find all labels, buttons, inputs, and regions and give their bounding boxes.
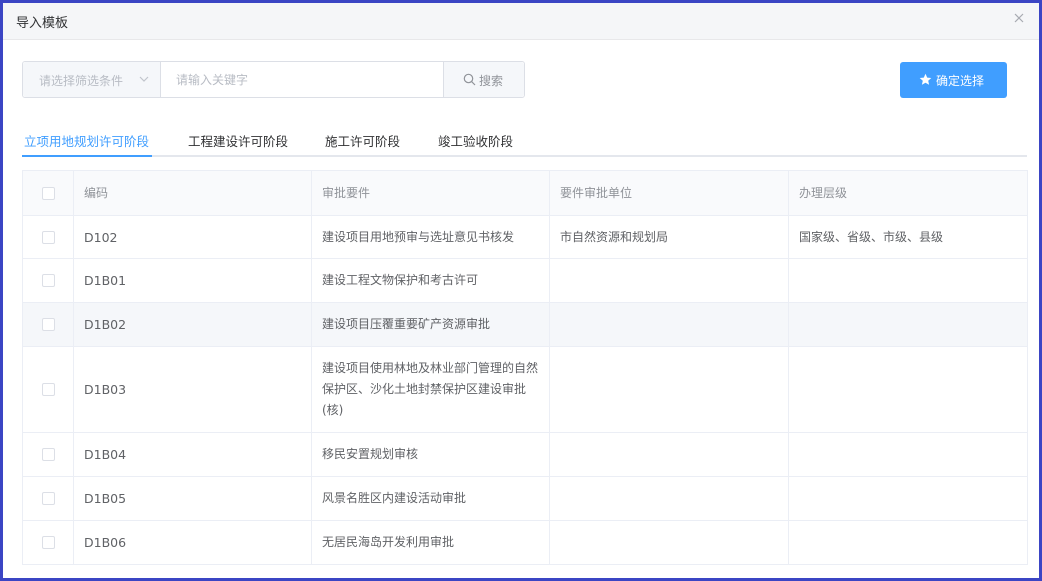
row-unit bbox=[549, 520, 789, 565]
row-checkbox-cell bbox=[22, 346, 74, 433]
search-button-label: 搜索 bbox=[479, 74, 504, 88]
filter-condition-select[interactable]: 请选择筛选条件 bbox=[23, 62, 161, 97]
row-unit bbox=[549, 432, 789, 477]
table-row[interactable]: D1B05 风景名胜区内建设活动审批 bbox=[22, 476, 1028, 521]
chevron-down-icon bbox=[139, 76, 149, 82]
row-checkbox[interactable] bbox=[41, 492, 55, 505]
confirm-selection-button[interactable]: 确定选择 bbox=[900, 62, 1007, 98]
row-name: 建设项目压覆重要矿产资源审批 bbox=[311, 302, 550, 347]
row-name: 建设项目使用林地及林业部门管理的自然保护区、沙化土地封禁保护区建设审批(核) bbox=[311, 346, 550, 433]
row-name: 风景名胜区内建设活动审批 bbox=[311, 476, 550, 521]
dialog-title: 导入模板 bbox=[16, 16, 69, 31]
tab-completion-acceptance[interactable]: 竣工验收阶段 bbox=[438, 131, 513, 150]
row-code: D1B01 bbox=[73, 258, 312, 303]
row-checkbox[interactable] bbox=[41, 230, 55, 244]
column-header-name: 审批要件 bbox=[311, 170, 550, 216]
search-icon bbox=[463, 73, 476, 86]
row-unit bbox=[549, 346, 789, 433]
row-code: D1B04 bbox=[73, 432, 312, 477]
column-header-unit: 要件审批单位 bbox=[549, 170, 789, 216]
row-code: D1B02 bbox=[73, 302, 312, 347]
select-all-checkbox[interactable] bbox=[41, 186, 55, 200]
row-level bbox=[788, 432, 1028, 477]
row-code: D102 bbox=[73, 215, 312, 259]
search-button[interactable]: 搜索 bbox=[443, 62, 524, 97]
table-row[interactable]: D1B02 建设项目压覆重要矿产资源审批 bbox=[22, 302, 1028, 347]
row-checkbox-cell bbox=[22, 258, 74, 303]
row-code: D1B05 bbox=[73, 476, 312, 521]
tab-building-permit[interactable]: 施工许可阶段 bbox=[325, 131, 400, 150]
row-checkbox-cell bbox=[22, 432, 74, 477]
row-code: D1B06 bbox=[73, 520, 312, 565]
confirm-selection-label: 确定选择 bbox=[936, 74, 985, 88]
column-header-code: 编码 bbox=[73, 170, 312, 216]
row-checkbox-cell bbox=[22, 520, 74, 565]
row-level bbox=[788, 476, 1028, 521]
row-checkbox-cell bbox=[22, 302, 74, 347]
row-level bbox=[788, 520, 1028, 565]
row-name: 移民安置规划审核 bbox=[311, 432, 550, 477]
table-row[interactable]: D1B06 无居民海岛开发利用审批 bbox=[22, 520, 1028, 565]
row-unit: 市自然资源和规划局 bbox=[549, 215, 789, 259]
dialog-header: 导入模板 bbox=[3, 3, 1039, 40]
stage-tabs: 立项用地规划许可阶段 工程建设许可阶段 施工许可阶段 竣工验收阶段 bbox=[22, 123, 1027, 157]
close-button[interactable] bbox=[1011, 10, 1027, 26]
row-level bbox=[788, 302, 1028, 347]
row-level bbox=[788, 346, 1028, 433]
table-header-row: 编码 审批要件 要件审批单位 办理层级 bbox=[22, 170, 1028, 216]
table-row[interactable]: D1B04 移民安置规划审核 bbox=[22, 432, 1028, 477]
row-checkbox[interactable] bbox=[41, 318, 55, 331]
close-icon bbox=[1014, 13, 1024, 23]
row-unit bbox=[549, 476, 789, 521]
row-checkbox[interactable] bbox=[41, 383, 55, 396]
filter-select-placeholder: 请选择筛选条件 bbox=[39, 74, 124, 88]
row-checkbox-cell bbox=[22, 476, 74, 521]
row-unit bbox=[549, 258, 789, 303]
row-unit bbox=[549, 302, 789, 347]
row-level bbox=[788, 258, 1028, 303]
row-checkbox[interactable] bbox=[41, 448, 55, 461]
row-checkbox[interactable] bbox=[41, 274, 55, 287]
table-row[interactable]: D102 建设项目用地预审与选址意见书核发 市自然资源和规划局 国家级、省级、市… bbox=[22, 215, 1028, 259]
select-all-cell bbox=[22, 170, 74, 216]
row-level: 国家级、省级、市级、县级 bbox=[788, 215, 1028, 259]
tab-construction-permit[interactable]: 工程建设许可阶段 bbox=[188, 131, 288, 150]
row-name: 无居民海岛开发利用审批 bbox=[311, 520, 550, 565]
search-bar: 请选择筛选条件 搜索 bbox=[22, 61, 525, 98]
row-name: 建设项目用地预审与选址意见书核发 bbox=[311, 215, 550, 259]
row-checkbox-cell bbox=[22, 215, 74, 259]
template-table: 编码 审批要件 要件审批单位 办理层级 D102 建设项目用地预审与选址意见书核… bbox=[22, 170, 1028, 565]
table-row[interactable]: D1B01 建设工程文物保护和考古许可 bbox=[22, 258, 1028, 303]
import-template-dialog: 导入模板 请选择筛选条件 搜索 确定选择 立项用地规划许可 bbox=[0, 0, 1042, 581]
star-icon bbox=[919, 73, 932, 85]
row-code: D1B03 bbox=[73, 346, 312, 433]
table-row[interactable]: D1B03 建设项目使用林地及林业部门管理的自然保护区、沙化土地封禁保护区建设审… bbox=[22, 346, 1028, 433]
keyword-input[interactable] bbox=[162, 62, 443, 97]
column-header-level: 办理层级 bbox=[788, 170, 1028, 216]
row-checkbox[interactable] bbox=[41, 536, 55, 549]
row-name: 建设工程文物保护和考古许可 bbox=[311, 258, 550, 303]
active-tab-indicator bbox=[22, 155, 152, 157]
tab-land-use-planning[interactable]: 立项用地规划许可阶段 bbox=[24, 131, 149, 150]
